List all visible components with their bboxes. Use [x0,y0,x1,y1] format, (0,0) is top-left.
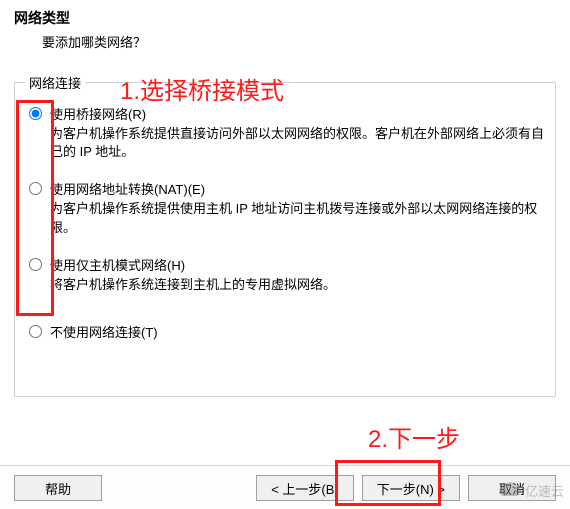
footer-toolbar: 帮助 < 上一步(B) 下一步(N) > 取消 [0,465,570,509]
network-connection-group: 网络连接 使用桥接网络(R) 为客户机操作系统提供直接访问外部以太网网络的权限。… [14,73,556,397]
radio-none[interactable] [29,325,42,338]
option-label: 使用桥接网络(R) [50,104,545,123]
option-bridged[interactable]: 使用桥接网络(R) 为客户机操作系统提供直接访问外部以太网网络的权限。客户机在外… [25,104,545,161]
option-none[interactable]: 不使用网络连接(T) [25,322,545,341]
content-area: 网络连接 使用桥接网络(R) 为客户机操作系统提供直接访问外部以太网网络的权限。… [0,55,570,397]
radio-hostonly[interactable] [29,258,42,271]
group-legend: 网络连接 [25,73,85,92]
page-subtitle: 要添加哪类网络？ [42,32,556,51]
cancel-button[interactable]: 取消 [468,475,556,501]
page-title: 网络类型 [14,8,556,28]
option-label: 使用网络地址转换(NAT)(E) [50,179,545,198]
next-button[interactable]: 下一步(N) > [362,475,460,501]
header: 网络类型 要添加哪类网络？ [0,0,570,55]
option-desc: 将客户机操作系统连接到主机上的专用虚拟网络。 [50,276,545,294]
radio-bridged[interactable] [29,107,42,120]
radio-nat[interactable] [29,182,42,195]
help-button[interactable]: 帮助 [14,475,102,501]
option-nat[interactable]: 使用网络地址转换(NAT)(E) 为客户机操作系统提供使用主机 IP 地址访问主… [25,179,545,236]
option-label: 使用仅主机模式网络(H) [50,255,545,274]
annotation-step2-label: 2.下一步 [368,428,460,452]
option-desc: 为客户机操作系统提供直接访问外部以太网网络的权限。客户机在外部网络上必须有自己的… [50,125,545,161]
option-desc: 为客户机操作系统提供使用主机 IP 地址访问主机拨号连接或外部以太网网络连接的权… [50,200,545,236]
option-hostonly[interactable]: 使用仅主机模式网络(H) 将客户机操作系统连接到主机上的专用虚拟网络。 [25,255,545,294]
back-button[interactable]: < 上一步(B) [256,475,354,501]
option-label: 不使用网络连接(T) [50,322,545,341]
